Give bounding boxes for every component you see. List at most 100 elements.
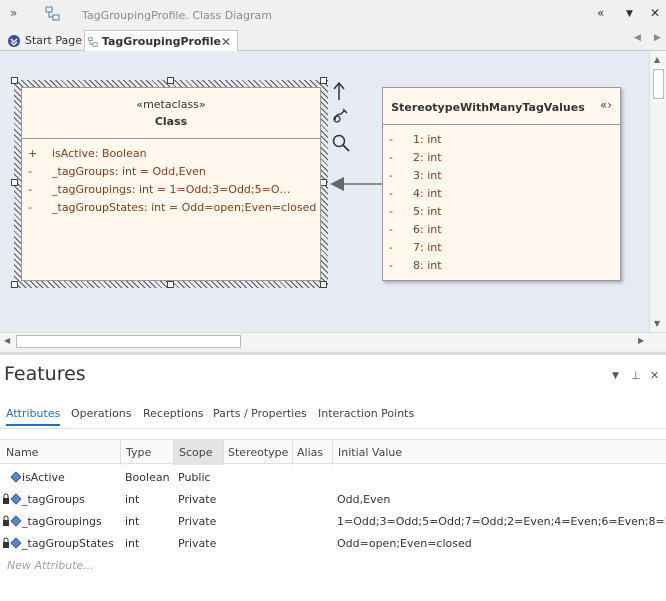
panel-title: Features [4, 363, 86, 385]
stereotype-name: StereotypeWithManyTagValues [391, 101, 585, 114]
cell-name: _tagGroupStates [22, 537, 114, 550]
cell-initial-value: Odd,Even [337, 493, 391, 506]
tab-taggroupingprofile[interactable]: TagGroupingProfile ✕ [84, 30, 238, 52]
cell-initial-value: 1=Odd;3=Odd;5=Odd;7=Odd;2=Even;4=Even;6=… [337, 515, 666, 528]
class-diagram-icon [88, 36, 98, 47]
tab-scroll-right-icon[interactable]: ▶ [654, 33, 661, 43]
cell-scope: Private [178, 515, 217, 528]
stereotype-element[interactable]: StereotypeWithManyTagValues «› -1: int -… [382, 87, 621, 281]
class-attribute[interactable]: - _tagGroups: int = Odd,Even [28, 165, 206, 178]
scroll-left-icon[interactable]: ◀ [4, 336, 10, 345]
expand-chevron-icon[interactable]: » [10, 6, 17, 20]
resize-handle[interactable] [11, 179, 18, 186]
resize-handle[interactable] [320, 179, 327, 186]
diagram-canvas[interactable]: «metaclass» Class + isActive: Boolean - _t… [0, 51, 649, 332]
table-row[interactable]: _tagGroupings int Private 1=Odd;3=Odd;5=… [0, 511, 666, 533]
compartment-divider [383, 124, 620, 125]
resize-handle[interactable] [320, 77, 327, 84]
resize-handle[interactable] [167, 281, 174, 288]
class-attribute[interactable]: + isActive: Boolean [28, 147, 147, 160]
dropdown-icon[interactable]: ▼ [626, 9, 633, 19]
scroll-right-icon[interactable]: ▶ [638, 336, 644, 345]
tab-parts-properties[interactable]: Parts / Properties [213, 407, 307, 420]
table-row[interactable]: isActive Boolean Public [0, 467, 666, 489]
paint-format-icon[interactable] [332, 106, 350, 124]
cell-scope: Private [178, 493, 217, 506]
column-type[interactable]: Type [126, 446, 151, 459]
scroll-thumb[interactable] [653, 69, 664, 99]
new-attribute-input[interactable]: New Attribute... [7, 559, 94, 572]
cell-name: isActive [22, 471, 65, 484]
table-row[interactable]: _tagGroups int Private Odd,Even [0, 489, 666, 511]
column-name[interactable]: Name [6, 446, 38, 459]
panel-close-icon[interactable]: ✕ [650, 369, 659, 382]
title-bar: » TagGroupingProfile. Class Diagram « ▼ … [0, 0, 666, 30]
tab-interaction-points[interactable]: Interaction Points [318, 407, 414, 420]
scroll-up-icon[interactable]: ▲ [654, 55, 660, 64]
close-tab-icon[interactable]: ✕ [221, 35, 231, 49]
cell-type: Boolean [125, 471, 170, 484]
scroll-down-icon[interactable]: ▼ [654, 319, 660, 328]
stereotype-attribute[interactable]: -8: int [389, 259, 442, 272]
cell-type: int [125, 537, 140, 550]
stereotype-attribute[interactable]: -4: int [389, 187, 442, 200]
class-stereotype: «metaclass» [136, 98, 206, 111]
quick-linker-arrow-icon[interactable] [332, 81, 346, 101]
start-page-icon [8, 34, 20, 47]
cell-scope: Private [178, 537, 217, 550]
document-tabs: Start Page TagGroupingProfile ✕ [0, 30, 666, 52]
stereotype-attribute[interactable]: -1: int [389, 133, 442, 146]
generalization-connector[interactable] [330, 177, 383, 191]
class-attribute[interactable]: - _tagGroupStates: int = Odd=open;Even=cl… [28, 201, 316, 214]
private-attribute-icon [3, 493, 22, 505]
tab-operations[interactable]: Operations [71, 407, 131, 420]
stereotype-attribute[interactable]: -6: int [389, 223, 442, 236]
column-stereotype[interactable]: Stereotype [228, 446, 288, 459]
cell-initial-value: Odd=open;Even=closed [337, 537, 472, 550]
resize-handle[interactable] [11, 77, 18, 84]
column-separator [292, 440, 293, 465]
pin-icon[interactable]: ⊥ [631, 369, 641, 382]
column-separator [332, 440, 333, 465]
close-icon[interactable]: ✕ [650, 6, 660, 20]
cell-type: int [125, 515, 140, 528]
column-alias[interactable]: Alias [297, 446, 323, 459]
resize-handle[interactable] [320, 281, 327, 288]
column-initial-value[interactable]: Initial Value [338, 446, 402, 459]
tab-scroll-left-icon[interactable]: ◀ [634, 33, 641, 43]
column-scope[interactable]: Scope [179, 446, 213, 459]
tab-receptions[interactable]: Receptions [143, 407, 204, 420]
tab-start-page[interactable]: Start Page [4, 30, 82, 51]
stereotype-attribute[interactable]: -2: int [389, 151, 442, 164]
column-separator [173, 440, 174, 465]
private-attribute-icon [3, 537, 22, 549]
stereotype-attribute[interactable]: -7: int [389, 241, 442, 254]
window-title: TagGroupingProfile. Class Diagram [82, 9, 272, 22]
tab-label: Start Page [25, 34, 82, 47]
stereotype-attribute[interactable]: -3: int [389, 169, 442, 182]
horizontal-scrollbar[interactable]: ◀ ▶ [0, 332, 666, 349]
stereotype-attribute[interactable]: -5: int [389, 205, 442, 218]
column-separator [223, 440, 224, 465]
cell-type: int [125, 493, 140, 506]
vertical-scrollbar[interactable]: ▲ ▼ [649, 51, 666, 332]
grid-header: Name Type Scope Stereotype Alias Initial… [0, 439, 666, 465]
panel-dropdown-icon[interactable]: ▼ [612, 371, 619, 381]
resize-handle[interactable] [11, 281, 18, 288]
class-diagram-icon [45, 6, 60, 21]
class-element[interactable]: «metaclass» Class + isActive: Boolean - _t… [21, 87, 321, 281]
table-row[interactable]: _tagGroupStates int Private Odd=open;Eve… [0, 533, 666, 555]
class-name: Class [154, 115, 188, 128]
features-tabs: Attributes Operations Receptions Parts /… [0, 399, 666, 429]
column-separator [120, 440, 121, 465]
resize-handle[interactable] [167, 77, 174, 84]
cell-scope: Public [178, 471, 211, 484]
tab-attributes[interactable]: Attributes [6, 407, 61, 426]
zoom-magnifier-icon[interactable] [331, 133, 351, 153]
cell-name: _tagGroupings [22, 515, 102, 528]
cell-name: _tagGroups [22, 493, 85, 506]
scroll-thumb[interactable] [16, 335, 241, 348]
stereotype-decoration-icon: «› [599, 98, 612, 112]
collapse-chevron-icon[interactable]: « [597, 6, 604, 20]
class-attribute[interactable]: - _tagGroupings: int = 1=Odd;3=Odd;5=O… [28, 183, 290, 196]
